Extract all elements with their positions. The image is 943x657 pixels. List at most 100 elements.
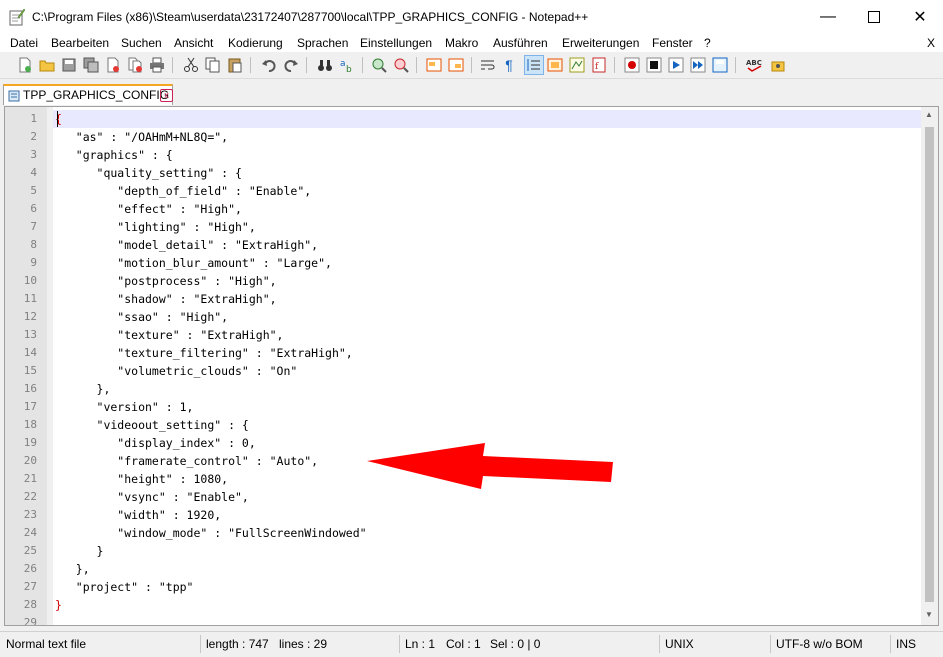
open-folder-icon [39, 60, 55, 72]
menu-ausfuehren[interactable]: Ausführen [493, 34, 548, 52]
stop-macro-button[interactable] [644, 55, 664, 75]
status-separator [770, 635, 771, 653]
code-line[interactable]: 4 "quality_setting" : { [5, 164, 921, 182]
code-line[interactable]: 23 "width" : 1920, [5, 506, 921, 524]
code-line[interactable]: 2 "as" : "/OAHmM+NL8Q=", [5, 128, 921, 146]
code-line[interactable]: 7 "lighting" : "High", [5, 218, 921, 236]
indent-guide-button[interactable] [524, 55, 544, 75]
record-icon [624, 57, 640, 73]
code-line[interactable]: 13 "texture" : "ExtraHigh", [5, 326, 921, 344]
line-number: 2 [30, 130, 37, 143]
code-line[interactable]: 17 "version" : 1, [5, 398, 921, 416]
code-line[interactable]: 10 "postprocess" : "High", [5, 272, 921, 290]
spell-check-button[interactable]: ABC [745, 55, 765, 75]
sync-horizontal-icon [448, 58, 464, 72]
scroll-up-icon[interactable]: ▲ [925, 110, 933, 119]
save-button[interactable] [59, 55, 79, 75]
user-language-button[interactable] [545, 55, 565, 75]
status-separator [659, 635, 660, 653]
zoom-out-button[interactable] [391, 55, 411, 75]
save-all-icon [83, 57, 99, 73]
sync-horizontal-button[interactable] [446, 55, 466, 75]
code-line[interactable]: 11 "shadow" : "ExtraHigh", [5, 290, 921, 308]
paste-icon [228, 58, 242, 73]
copy-button[interactable] [203, 55, 223, 75]
sync-vertical-button[interactable] [424, 55, 444, 75]
close-all-button[interactable] [125, 55, 145, 75]
close-icon: ✕ [913, 9, 927, 26]
open-file-button[interactable] [37, 55, 57, 75]
menu-einstellungen[interactable]: Einstellungen [360, 34, 432, 52]
maximize-button[interactable] [851, 0, 897, 34]
print-button[interactable] [147, 55, 167, 75]
line-number: 25 [23, 544, 37, 557]
undo-button[interactable] [259, 55, 279, 75]
code-line[interactable]: 27 "project" : "tpp" [5, 578, 921, 596]
menu-kodierung[interactable]: Kodierung [228, 34, 283, 52]
toolbar-separator [362, 57, 363, 73]
show-all-chars-button[interactable]: ¶ [499, 55, 519, 75]
doc-map-button[interactable] [567, 55, 587, 75]
scroll-down-icon[interactable]: ▼ [925, 610, 933, 619]
menu-ansicht[interactable]: Ansicht [174, 34, 213, 52]
code-line[interactable]: 15 "volumetric_clouds" : "On" [5, 362, 921, 380]
code-line[interactable]: 24 "window_mode" : "FullScreenWindowed" [5, 524, 921, 542]
menu-fenster[interactable]: Fenster [652, 34, 693, 52]
zoom-in-button[interactable] [369, 55, 389, 75]
word-wrap-button[interactable] [478, 55, 498, 75]
code-line[interactable]: 9 "motion_blur_amount" : "Large", [5, 254, 921, 272]
cut-button[interactable] [181, 55, 201, 75]
menu-datei[interactable]: Datei [10, 34, 38, 52]
function-list-icon: f [592, 57, 606, 73]
vertical-scrollbar[interactable]: ▲ ▼ [921, 107, 938, 625]
tab-tpp-graphics-config[interactable]: TPP_GRAPHICS_CONFIG x [3, 84, 173, 105]
save-macro-button[interactable] [710, 55, 730, 75]
close-file-button[interactable] [103, 55, 123, 75]
svg-text:ABC: ABC [746, 59, 762, 67]
menu-help[interactable]: ? [704, 34, 711, 52]
spell-settings-button[interactable] [768, 55, 788, 75]
code-line[interactable]: 18 "videoout_setting" : { [5, 416, 921, 434]
code-line[interactable]: 14 "texture_filtering" : "ExtraHigh", [5, 344, 921, 362]
code-line[interactable]: 29 [5, 614, 921, 625]
replace-button[interactable]: ab [337, 55, 357, 75]
menu-erweiterungen[interactable]: Erweiterungen [562, 34, 639, 52]
status-separator [890, 635, 891, 653]
record-macro-button[interactable] [622, 55, 642, 75]
menu-sprachen[interactable]: Sprachen [297, 34, 348, 52]
status-length: length : 747 [206, 637, 269, 651]
menu-suchen[interactable]: Suchen [121, 34, 162, 52]
tab-close-icon[interactable]: x [160, 89, 173, 102]
text-editor[interactable]: 1{2 "as" : "/OAHmM+NL8Q=", 3 "graphics" :… [4, 106, 939, 626]
close-document-button[interactable]: X [927, 34, 935, 52]
play-macro-button[interactable] [666, 55, 686, 75]
menu-makro[interactable]: Makro [445, 34, 478, 52]
function-list-button[interactable]: f [589, 55, 609, 75]
code-line[interactable]: 22 "vsync" : "Enable", [5, 488, 921, 506]
paste-button[interactable] [225, 55, 245, 75]
code-line[interactable]: 26 }, [5, 560, 921, 578]
code-line[interactable]: 16 }, [5, 380, 921, 398]
code-line[interactable]: 6 "effect" : "High", [5, 200, 921, 218]
code-line[interactable]: 28} [5, 596, 921, 614]
line-text: } [55, 598, 62, 612]
redo-button[interactable] [281, 55, 301, 75]
close-button[interactable]: ✕ [897, 0, 943, 34]
redo-icon [284, 60, 298, 72]
menu-bearbeiten[interactable]: Bearbeiten [51, 34, 109, 52]
code-line[interactable]: 1{ [5, 110, 921, 128]
save-all-button[interactable] [81, 55, 101, 75]
scrollbar-thumb[interactable] [925, 127, 934, 602]
minimize-button[interactable]: — [805, 0, 851, 34]
status-separator [399, 635, 400, 653]
code-line[interactable]: 8 "model_detail" : "ExtraHigh", [5, 236, 921, 254]
find-button[interactable] [315, 55, 335, 75]
line-text: "texture_filtering" : "ExtraHigh", [55, 346, 353, 360]
code-line[interactable]: 25 } [5, 542, 921, 560]
line-number: 8 [30, 238, 37, 251]
code-line[interactable]: 3 "graphics" : { [5, 146, 921, 164]
run-macro-multiple-button[interactable] [688, 55, 708, 75]
new-file-button[interactable] [15, 55, 35, 75]
code-line[interactable]: 5 "depth_of_field" : "Enable", [5, 182, 921, 200]
code-line[interactable]: 12 "ssao" : "High", [5, 308, 921, 326]
